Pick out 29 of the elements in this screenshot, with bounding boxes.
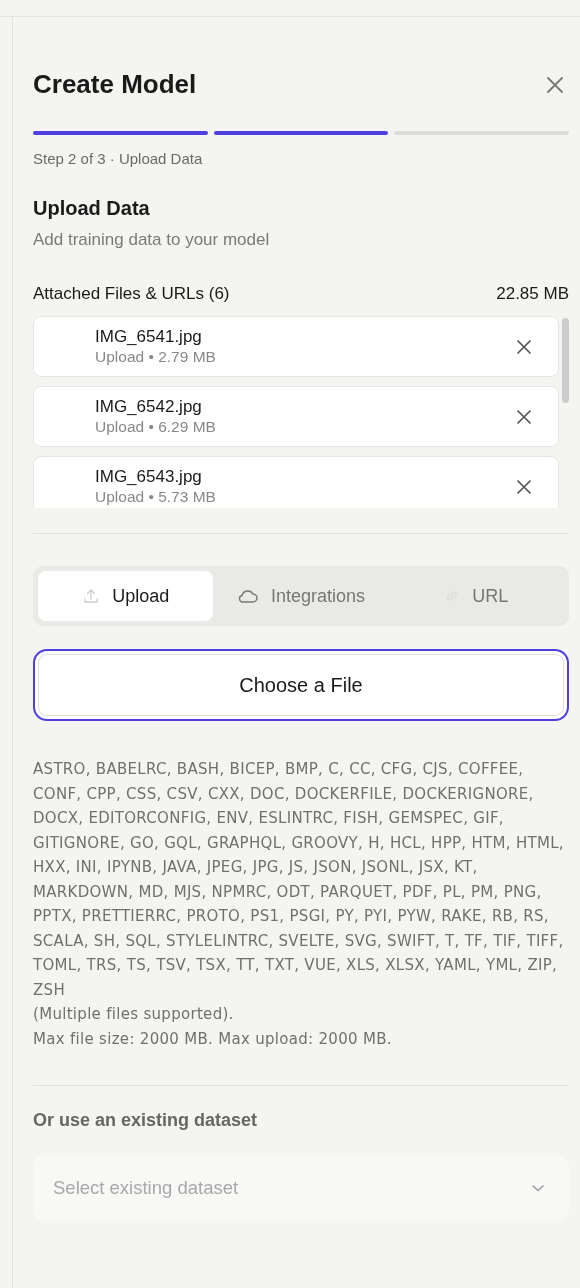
total-size: 22.85 MB bbox=[496, 284, 569, 304]
tab[interactable]: Integrations bbox=[213, 571, 389, 621]
size-limits: Max file size: 2000 MB. Max upload: 2000 MB. bbox=[33, 1028, 393, 1050]
remove-icon[interactable] bbox=[516, 338, 532, 355]
dataset-select[interactable]: Select existing dataset bbox=[33, 1156, 569, 1220]
chevron-down-icon bbox=[531, 1183, 545, 1193]
upload-icon bbox=[82, 587, 101, 605]
existing-dataset-label: Or use an existing dataset bbox=[33, 1110, 259, 1131]
file-meta: Upload • 6.29 MB bbox=[95, 418, 216, 436]
choose-file-button[interactable]: Choose a File bbox=[33, 649, 569, 721]
file-meta: Upload • 2.79 MB bbox=[95, 348, 216, 366]
scrollbar[interactable] bbox=[562, 318, 569, 403]
cloud-icon bbox=[236, 588, 259, 604]
tab[interactable]: URL bbox=[388, 571, 564, 621]
multiple-files-note: (Multiple files supported). bbox=[33, 1004, 235, 1025]
step-label: Step 2 of 3 · Upload Data bbox=[33, 150, 204, 167]
attachments-label: Attached Files & URLs (6) bbox=[33, 284, 230, 304]
dialog-title: Create Model bbox=[33, 69, 197, 100]
close-icon[interactable] bbox=[545, 74, 565, 95]
remove-icon[interactable] bbox=[516, 408, 532, 425]
remove-icon[interactable] bbox=[516, 478, 532, 495]
section-title: Upload Data bbox=[33, 197, 151, 220]
file-name: IMG_6542.jpg bbox=[95, 397, 203, 417]
file-meta: Upload • 5.73 MB bbox=[95, 488, 216, 506]
supported-formats: ASTRO, BABELRC, BASH, BICEP, BMP, C, CC, CFG, CJS, COFFEE, CONF, CPP, CSS, CSV, CXX, DOC, DOCKERFILE, DOCKERIGNORE, DOCX, EDITORCONFIG, ENV, ESLINTRC, FISH, GEMSPEC, GIF, GITIGNORE, GO, GQL, GRAPHQL, GROOVY, H, HCL, HPP, HTM, HTML, HXX, INI, IPYNB, JAVA, JPEG, JPG, JS, JSON, JSONL, JSX, KT, MARKDOWN, MD, MJS, NPMRC, ODT, PARQUET, PDF, PL, PM, PNG, PPTX, PRETTIERRC, PROTO, PS1, PSGI, PY, PYI, PYW, RAKE, RB, RS, SCALA, SH, SQL, STYLELINTRC, SVELTE, SVG, SWIFT, T, TF, TIF, TIFF, TOML, TRS, TS, TSV, TSX, TT, TXT, VUE, XLS, XLSX, YAML, YML, ZIP, ZSH bbox=[33, 759, 565, 1001]
section-subtitle: Add training data to your model bbox=[33, 230, 271, 250]
tab[interactable]: Upload bbox=[38, 571, 214, 621]
file-name: IMG_6541.jpg bbox=[95, 327, 203, 347]
file-name: IMG_6543.jpg bbox=[95, 467, 203, 487]
